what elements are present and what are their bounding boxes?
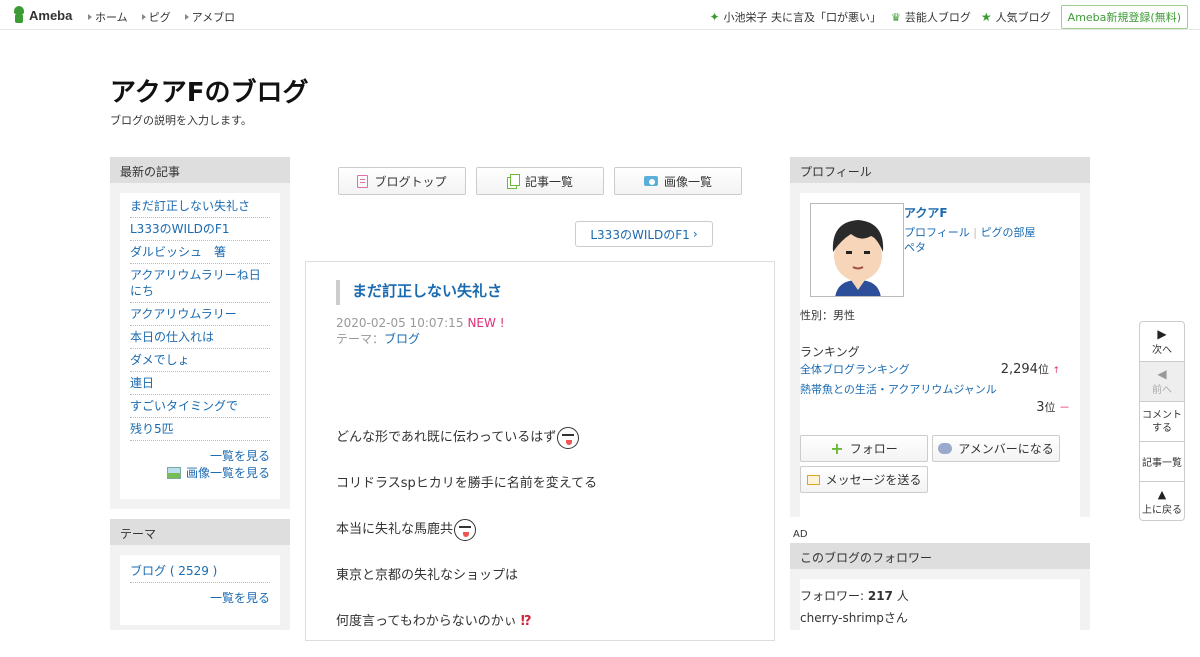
- recent-posts-heading: 最新の記事: [110, 157, 290, 183]
- prev-button[interactable]: ◀ 前へ: [1140, 362, 1184, 402]
- triangle-icon: [88, 14, 92, 20]
- register-button[interactable]: Ameba新規登録(無料): [1060, 5, 1188, 29]
- article-title[interactable]: まだ訂正しない失礼さ: [336, 280, 502, 305]
- theme-more-link[interactable]: 一覧を見る: [210, 591, 270, 605]
- overall-ranking-link[interactable]: 全体ブログランキング: [800, 361, 910, 377]
- triangle-up-icon: ▲: [1157, 488, 1167, 501]
- next-post-link[interactable]: L333のWILDのF1 ›: [575, 221, 713, 247]
- article-meta: 2020-02-05 10:07:15 NEW ! テーマ：ブログ: [336, 315, 505, 347]
- follower-count: フォロワー: 217 人: [800, 589, 909, 603]
- article-line: コリドラスspヒカリを勝手に名前を変えてる: [336, 476, 598, 491]
- pigg-room-link[interactable]: ピグの部屋: [980, 226, 1035, 239]
- list-item[interactable]: 連日: [130, 372, 270, 395]
- profile-name[interactable]: アクアF: [904, 204, 1035, 221]
- post-list-float-button[interactable]: 記事一覧: [1140, 442, 1184, 482]
- global-nav: ホーム ピグ アメブロ: [88, 9, 235, 25]
- plus-icon: +: [830, 439, 844, 458]
- profile-box: プロフィール アクアF プロフィール | ピグの部屋 ペタ 性別：男性 ランキン…: [790, 157, 1090, 517]
- post-list-button[interactable]: 記事一覧: [476, 167, 604, 195]
- theme-heading: テーマ: [110, 519, 290, 545]
- follow-button[interactable]: + フォロー: [800, 435, 928, 462]
- follower-name[interactable]: cherry-shrimpさん: [800, 609, 1070, 627]
- send-message-button[interactable]: メッセージを送る: [800, 466, 928, 493]
- list-item[interactable]: 本日の仕入れは: [130, 326, 270, 349]
- list-item[interactable]: ダメでしょ: [130, 349, 270, 372]
- sparkle-icon: ✦: [709, 10, 720, 24]
- list-item[interactable]: ダルビッシュ 箸: [130, 241, 270, 264]
- laughing-face-icon: [454, 519, 477, 541]
- image-icon: [166, 466, 181, 479]
- ameba-logo-icon: [12, 6, 26, 24]
- triangle-icon: [184, 14, 189, 20]
- ad-label: AD: [793, 529, 808, 540]
- floating-nav: ▶ 次へ ◀ 前へ コメントする 記事一覧 ▲ 上に戻る: [1139, 321, 1185, 521]
- chevron-right-icon: ›: [692, 227, 698, 241]
- list-item[interactable]: まだ訂正しない失礼さ: [130, 195, 270, 218]
- global-header: Ameba ホーム ピグ アメブロ ✦ 小池栄子 夫に言及「口が悪い」 ♛ 芸能人ブ…: [0, 0, 1200, 30]
- blog-top-button[interactable]: ブログトップ: [338, 167, 466, 195]
- article-date: 2020-02-05 10:07:15: [336, 316, 464, 330]
- theme-item[interactable]: ブログ ( 2529 ): [130, 557, 270, 583]
- comment-button[interactable]: コメントする: [1140, 402, 1184, 442]
- followers-box: このブログのフォロワー フォロワー: 217 人 cherry-shrimpさん: [790, 543, 1090, 639]
- nav-home[interactable]: ホーム: [88, 9, 128, 25]
- genre-ranking-link[interactable]: 熱帯魚との生活・アクアリウムジャンル: [800, 383, 997, 396]
- list-item[interactable]: L333のWILDのF1: [130, 218, 270, 241]
- profile-link[interactable]: プロフィール: [904, 226, 970, 239]
- list-item[interactable]: すごいタイミングで: [130, 395, 270, 418]
- star-icon: ★: [980, 10, 992, 24]
- tongue-face-icon: [557, 427, 580, 449]
- image-list-button[interactable]: 画像一覧: [614, 167, 742, 195]
- triangle-icon: [141, 14, 146, 20]
- article-line: 本当に失礼な馬鹿共: [336, 519, 597, 541]
- avatar[interactable]: [810, 203, 904, 297]
- article-body: どんな形であれ既に伝わっているはず コリドラスspヒカリを勝手に名前を変えてる …: [336, 427, 597, 657]
- documents-icon: [506, 174, 520, 189]
- play-icon: ▶: [1157, 327, 1167, 341]
- popular-blog-link[interactable]: ★ 人気ブログ: [981, 9, 1051, 25]
- list-item[interactable]: 残り5匹: [130, 418, 270, 441]
- list-item[interactable]: アクアリウムラリー: [130, 303, 270, 326]
- ameba-logo[interactable]: Ameba: [12, 6, 72, 24]
- nav-pigg[interactable]: ピグ: [141, 9, 171, 25]
- blog-title[interactable]: アクアFのブログ: [110, 72, 308, 109]
- article-line: どんな形であれ既に伝わっているはず: [336, 427, 597, 449]
- back-icon: ◀: [1157, 367, 1167, 381]
- chat-bubble-icon: [938, 443, 953, 454]
- followers-heading: このブログのフォロワー: [790, 543, 1090, 569]
- recent-posts-list: まだ訂正しない失礼さ L333のWILDのF1 ダルビッシュ 箸 アクアリウムラ…: [130, 195, 270, 441]
- image-list-link[interactable]: 画像一覧を見る: [130, 464, 270, 481]
- article-line: 東京と京都の失礼なショップは: [336, 568, 519, 583]
- overall-rank: 2,294位 ↑: [1000, 362, 1060, 377]
- amember-button[interactable]: アメンバーになる: [932, 435, 1060, 462]
- gender-info: 性別：男性: [800, 309, 855, 322]
- peta-link[interactable]: ペタ: [904, 241, 926, 254]
- header-right: ✦ 小池栄子 夫に言及「口が悪い」 ♛ 芸能人ブログ ★ 人気ブログ Ameba新規登…: [709, 5, 1188, 29]
- crown-icon: ♛: [891, 10, 901, 24]
- nav-ameblo[interactable]: アメブロ: [184, 9, 235, 25]
- genre-rank: 3位 －: [1036, 400, 1070, 415]
- profile-heading: プロフィール: [790, 157, 1090, 183]
- recent-more-link[interactable]: 一覧を見る: [210, 449, 270, 463]
- theme-box: テーマ ブログ ( 2529 ) 一覧を見る: [110, 519, 290, 630]
- theme-label: テーマ：: [336, 332, 385, 346]
- back-to-top-button[interactable]: ▲ 上に戻る: [1140, 482, 1184, 522]
- list-item[interactable]: アクアリウムラリーね日にち: [130, 264, 270, 303]
- new-badge: NEW !: [467, 316, 505, 330]
- celeb-blog-link[interactable]: ♛ 芸能人ブログ: [891, 9, 971, 25]
- ranking-heading: ランキング: [800, 345, 860, 359]
- recent-posts-box: 最新の記事 まだ訂正しない失礼さ L333のWILDのF1 ダルビッシュ 箸 ア…: [110, 157, 290, 509]
- document-icon: [357, 174, 369, 188]
- next-button[interactable]: ▶ 次へ: [1140, 322, 1184, 362]
- article: まだ訂正しない失礼さ 2020-02-05 10:07:15 NEW ! テーマ：…: [305, 261, 775, 641]
- trending-news-link[interactable]: ✦ 小池栄子 夫に言及「口が悪い」: [709, 9, 881, 25]
- envelope-icon: [806, 474, 820, 485]
- article-theme-link[interactable]: ブログ: [384, 332, 420, 346]
- camera-icon: [643, 176, 658, 186]
- blog-description: ブログの説明を入力します。: [110, 114, 252, 127]
